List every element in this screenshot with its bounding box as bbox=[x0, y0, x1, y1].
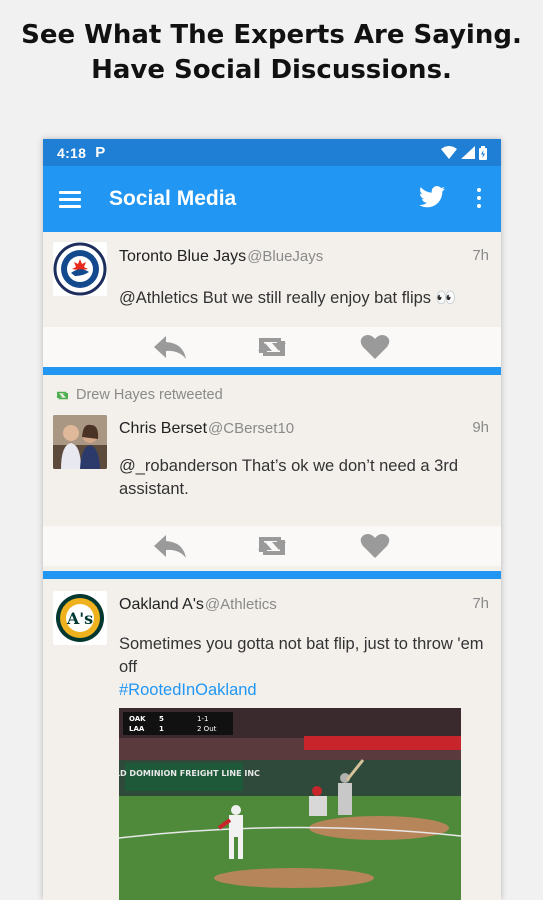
author-name: Chris Berset bbox=[119, 420, 208, 437]
tweet-divider bbox=[43, 571, 501, 579]
wifi-icon bbox=[441, 146, 457, 159]
retweet-small-icon bbox=[56, 391, 69, 399]
ad-banner-text: OLD DOMINION FREIGHT LINE INC bbox=[119, 769, 260, 778]
menu-icon[interactable] bbox=[59, 190, 81, 208]
signal-icon bbox=[461, 146, 475, 159]
status-icons bbox=[441, 145, 487, 160]
retweet-context: Drew Hayes retweeted bbox=[55, 387, 223, 403]
author-name: Toronto Blue Jays bbox=[119, 248, 247, 265]
retweet-icon[interactable] bbox=[255, 334, 289, 360]
like-heart-icon[interactable] bbox=[360, 533, 390, 559]
score-laa-runs: 1 bbox=[159, 725, 164, 733]
hashtag-link[interactable]: #RootedInOakland bbox=[119, 679, 487, 702]
oakland-athletics-logo-avatar[interactable]: A's bbox=[53, 591, 107, 645]
promo-headline: See What The Experts Are Saying. Have So… bbox=[0, 18, 543, 88]
tweet-actions bbox=[43, 327, 501, 367]
status-time: 4:18 bbox=[57, 144, 87, 161]
tweet-card[interactable]: Drew Hayes retweeted Chris Berset@CBerse… bbox=[43, 375, 501, 571]
tweet-author[interactable]: Toronto Blue Jays@BlueJays bbox=[119, 248, 323, 266]
tweet-actions bbox=[43, 526, 501, 566]
outs-text: 2 Out bbox=[197, 725, 217, 733]
status-bar: 4:18 P bbox=[43, 139, 501, 166]
count-text: 1-1 bbox=[197, 715, 208, 723]
svg-text:A's: A's bbox=[66, 609, 93, 628]
like-heart-icon[interactable] bbox=[360, 334, 390, 360]
tweet-time: 7h bbox=[472, 595, 489, 612]
tweet-time: 9h bbox=[472, 419, 489, 436]
app-bar: Social Media bbox=[43, 166, 501, 232]
twitter-bird-icon[interactable] bbox=[419, 186, 445, 208]
phone-screen: 4:18 P Social Media Toronto Blue Jays@Bl… bbox=[43, 139, 501, 900]
tweet-text: Sometimes you gotta not bat flip, just t… bbox=[119, 633, 487, 702]
author-handle: @BlueJays bbox=[247, 248, 324, 265]
score-oak-label: OAK bbox=[129, 715, 146, 723]
promo-line-2: Have Social Discussions. bbox=[91, 55, 452, 85]
app-title: Social Media bbox=[109, 187, 237, 210]
tweet-card[interactable]: A's Oakland A's@Athletics 7h Sometimes y… bbox=[43, 579, 501, 900]
tweet-video-thumbnail[interactable]: OLD DOMINION FREIGHT LINE INC OAK 5 LAA … bbox=[119, 708, 461, 900]
retweet-icon[interactable] bbox=[255, 533, 289, 559]
promo-line-1: See What The Experts Are Saying. bbox=[21, 20, 522, 50]
author-name: Oakland A's bbox=[119, 596, 204, 613]
reply-icon[interactable] bbox=[153, 334, 187, 360]
blue-jays-logo-avatar[interactable] bbox=[53, 242, 107, 296]
retweeted-by-label: Drew Hayes retweeted bbox=[76, 387, 223, 403]
tweet-body: Sometimes you gotta not bat flip, just t… bbox=[119, 635, 484, 676]
tweet-time: 7h bbox=[472, 247, 489, 264]
tweet-text: @_robanderson That’s ok we don’t need a … bbox=[119, 457, 459, 498]
tweet-text: @Athletics But we still really enjoy bat… bbox=[119, 289, 457, 307]
more-options-icon[interactable] bbox=[477, 188, 481, 208]
tweet-author[interactable]: Oakland A's@Athletics bbox=[119, 596, 277, 614]
battery-icon bbox=[479, 145, 487, 160]
tweet-card[interactable]: Toronto Blue Jays@BlueJays 7h @Athletics… bbox=[43, 232, 501, 367]
tweet-author[interactable]: Chris Berset@CBerset10 bbox=[119, 420, 294, 438]
score-oak-runs: 5 bbox=[159, 715, 164, 723]
author-handle: @CBerset10 bbox=[208, 420, 295, 437]
tweet-divider bbox=[43, 367, 501, 375]
score-laa-label: LAA bbox=[129, 725, 145, 733]
author-handle: @Athletics bbox=[204, 596, 277, 613]
reply-icon[interactable] bbox=[153, 533, 187, 559]
parking-app-icon: P bbox=[95, 144, 106, 161]
chris-berset-avatar[interactable] bbox=[53, 415, 107, 469]
